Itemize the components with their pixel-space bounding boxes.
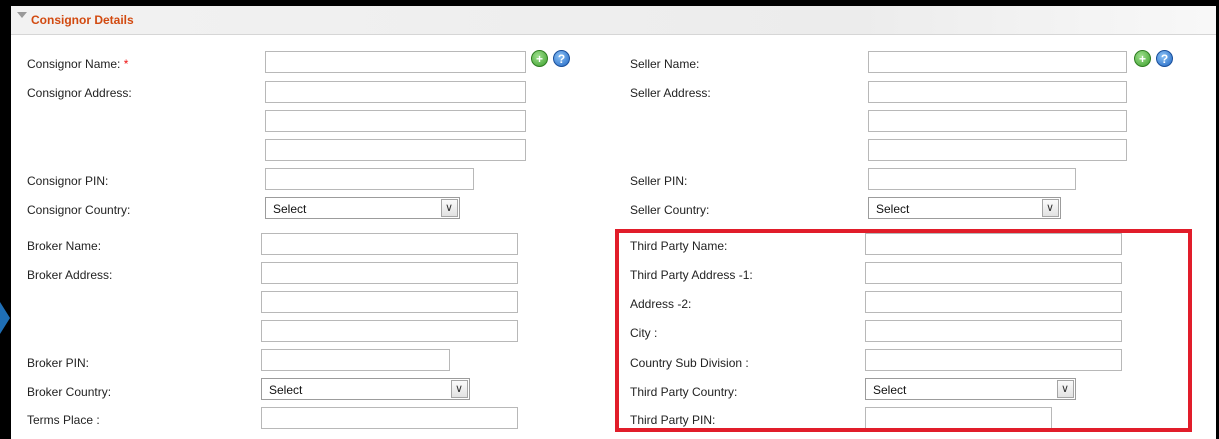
section-header[interactable]: Consignor Details [11, 6, 1216, 35]
seller-address-2-input[interactable] [868, 110, 1127, 132]
seller-country-select[interactable]: Select ∨ [868, 197, 1061, 219]
broker-address-1-input[interactable] [261, 262, 518, 284]
seller-country-value: Select [876, 202, 910, 216]
consignor-address-label: Consignor Address: [27, 86, 132, 100]
seller-add-icon[interactable]: + [1134, 50, 1151, 67]
highlight-box [615, 229, 1192, 432]
section-title: Consignor Details [31, 13, 134, 27]
broker-address-2-input[interactable] [261, 291, 518, 313]
consignor-name-label: Consignor Name: * [27, 57, 128, 71]
seller-address-label: Seller Address: [630, 86, 711, 100]
consignor-help-icon[interactable]: ? [553, 50, 570, 67]
consignor-details-panel: Consignor Details Consignor Name: * + ? … [11, 6, 1216, 439]
seller-country-label: Seller Country: [630, 203, 710, 217]
terms-place-input[interactable] [261, 407, 518, 429]
broker-name-label: Broker Name: [27, 239, 102, 253]
seller-name-label: Seller Name: [630, 57, 700, 71]
broker-name-input[interactable] [261, 233, 518, 255]
consignor-country-value: Select [273, 202, 307, 216]
seller-name-input[interactable] [868, 51, 1127, 73]
chevron-down-icon[interactable]: ∨ [1042, 199, 1059, 217]
chevron-down-icon[interactable]: ∨ [441, 199, 458, 217]
chevron-down-icon[interactable]: ∨ [451, 380, 468, 398]
broker-pin-input[interactable] [261, 349, 450, 371]
consignor-address-3-input[interactable] [265, 139, 526, 161]
consignor-name-label-text: Consignor Name: [27, 57, 121, 71]
seller-address-1-input[interactable] [868, 81, 1127, 103]
consignor-name-input[interactable] [265, 51, 526, 73]
terms-place-label: Terms Place : [27, 413, 100, 427]
collapse-triangle-icon[interactable] [17, 12, 27, 18]
broker-pin-label: Broker PIN: [27, 356, 90, 370]
seller-pin-input[interactable] [868, 168, 1076, 190]
consignor-pin-input[interactable] [265, 168, 474, 190]
left-arrow-marker [0, 302, 10, 334]
consignor-pin-label: Consignor PIN: [27, 174, 109, 188]
required-marker: * [123, 57, 129, 71]
consignor-country-label: Consignor Country: [27, 203, 131, 217]
broker-address-3-input[interactable] [261, 320, 518, 342]
seller-help-icon[interactable]: ? [1156, 50, 1173, 67]
consignor-address-2-input[interactable] [265, 110, 526, 132]
broker-address-label: Broker Address: [27, 268, 113, 282]
consignor-address-1-input[interactable] [265, 81, 526, 103]
consignor-add-icon[interactable]: + [531, 50, 548, 67]
broker-country-select[interactable]: Select ∨ [261, 378, 470, 400]
seller-address-3-input[interactable] [868, 139, 1127, 161]
seller-pin-label: Seller PIN: [630, 174, 688, 188]
consignor-country-select[interactable]: Select ∨ [265, 197, 460, 219]
broker-country-label: Broker Country: [27, 385, 112, 399]
broker-country-value: Select [269, 383, 303, 397]
